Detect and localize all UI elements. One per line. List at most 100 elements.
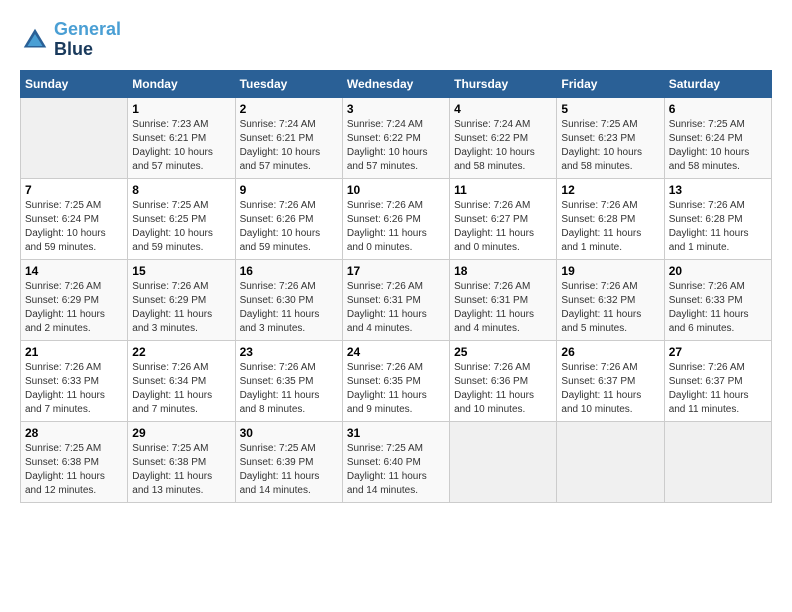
day-info: Sunrise: 7:26 AM Sunset: 6:33 PM Dayligh… xyxy=(25,361,123,417)
day-number: 9 xyxy=(240,183,338,197)
logo: General Blue xyxy=(20,20,121,60)
day-number: 20 xyxy=(669,264,767,278)
weekday-header-friday: Friday xyxy=(557,70,664,97)
day-cell: 9 Sunrise: 7:26 AM Sunset: 6:26 PM Daylig… xyxy=(235,178,342,259)
day-cell: 12Sunrise: 7:26 AM Sunset: 6:28 PM Dayli… xyxy=(557,178,664,259)
day-info: Sunrise: 7:26 AM Sunset: 6:28 PM Dayligh… xyxy=(669,199,767,255)
weekday-header-saturday: Saturday xyxy=(664,70,771,97)
day-number: 24 xyxy=(347,345,445,359)
day-number: 27 xyxy=(669,345,767,359)
day-cell: 28 Sunrise: 7:25 AM Sunset: 6:38 PM Dayli… xyxy=(21,421,128,502)
day-info: Sunrise: 7:26 AM Sunset: 6:33 PM Dayligh… xyxy=(669,280,767,336)
day-number: 2 xyxy=(240,102,338,116)
day-cell: 19Sunrise: 7:26 AM Sunset: 6:32 PM Dayli… xyxy=(557,259,664,340)
day-number: 1 xyxy=(132,102,230,116)
day-info: Sunrise: 7:25 AM Sunset: 6:38 PM Dayligh… xyxy=(132,442,230,498)
day-cell: 18 Sunrise: 7:26 AM Sunset: 6:31 PM Dayli… xyxy=(450,259,557,340)
weekday-header-thursday: Thursday xyxy=(450,70,557,97)
week-row-3: 14 Sunrise: 7:26 AM Sunset: 6:29 PM Dayli… xyxy=(21,259,772,340)
weekday-header-sunday: Sunday xyxy=(21,70,128,97)
day-cell: 24 Sunrise: 7:26 AM Sunset: 6:35 PM Dayli… xyxy=(342,340,449,421)
calendar-table: SundayMondayTuesdayWednesdayThursdayFrid… xyxy=(20,70,772,503)
day-info: Sunrise: 7:25 AM Sunset: 6:39 PM Dayligh… xyxy=(240,442,338,498)
day-info: Sunrise: 7:26 AM Sunset: 6:35 PM Dayligh… xyxy=(240,361,338,417)
page-header: General Blue xyxy=(20,20,772,60)
day-info: Sunrise: 7:26 AM Sunset: 6:34 PM Dayligh… xyxy=(132,361,230,417)
day-info: Sunrise: 7:26 AM Sunset: 6:26 PM Dayligh… xyxy=(347,199,445,255)
day-cell: 22 Sunrise: 7:26 AM Sunset: 6:34 PM Dayli… xyxy=(128,340,235,421)
day-cell: 13 Sunrise: 7:26 AM Sunset: 6:28 PM Dayli… xyxy=(664,178,771,259)
day-info: Sunrise: 7:25 AM Sunset: 6:24 PM Dayligh… xyxy=(669,118,767,174)
day-cell: 31 Sunrise: 7:25 AM Sunset: 6:40 PM Dayli… xyxy=(342,421,449,502)
day-cell: 5Sunrise: 7:25 AM Sunset: 6:23 PM Daylig… xyxy=(557,97,664,178)
day-cell: 4 Sunrise: 7:24 AM Sunset: 6:22 PM Daylig… xyxy=(450,97,557,178)
day-number: 13 xyxy=(669,183,767,197)
day-number: 22 xyxy=(132,345,230,359)
day-cell: 7 Sunrise: 7:25 AM Sunset: 6:24 PM Daylig… xyxy=(21,178,128,259)
day-info: Sunrise: 7:26 AM Sunset: 6:26 PM Dayligh… xyxy=(240,199,338,255)
day-cell: 8Sunrise: 7:25 AM Sunset: 6:25 PM Daylig… xyxy=(128,178,235,259)
day-number: 3 xyxy=(347,102,445,116)
day-info: Sunrise: 7:26 AM Sunset: 6:37 PM Dayligh… xyxy=(669,361,767,417)
day-info: Sunrise: 7:26 AM Sunset: 6:31 PM Dayligh… xyxy=(454,280,552,336)
day-number: 4 xyxy=(454,102,552,116)
day-number: 25 xyxy=(454,345,552,359)
day-cell: 30 Sunrise: 7:25 AM Sunset: 6:39 PM Dayli… xyxy=(235,421,342,502)
day-info: Sunrise: 7:24 AM Sunset: 6:22 PM Dayligh… xyxy=(454,118,552,174)
day-cell: 25 Sunrise: 7:26 AM Sunset: 6:36 PM Dayli… xyxy=(450,340,557,421)
day-info: Sunrise: 7:24 AM Sunset: 6:22 PM Dayligh… xyxy=(347,118,445,174)
day-number: 31 xyxy=(347,426,445,440)
day-info: Sunrise: 7:25 AM Sunset: 6:38 PM Dayligh… xyxy=(25,442,123,498)
day-number: 18 xyxy=(454,264,552,278)
day-number: 29 xyxy=(132,426,230,440)
day-number: 19 xyxy=(561,264,659,278)
day-info: Sunrise: 7:26 AM Sunset: 6:37 PM Dayligh… xyxy=(561,361,659,417)
day-cell: 11Sunrise: 7:26 AM Sunset: 6:27 PM Dayli… xyxy=(450,178,557,259)
day-number: 30 xyxy=(240,426,338,440)
day-cell: 2 Sunrise: 7:24 AM Sunset: 6:21 PM Daylig… xyxy=(235,97,342,178)
day-cell xyxy=(450,421,557,502)
week-row-2: 7 Sunrise: 7:25 AM Sunset: 6:24 PM Daylig… xyxy=(21,178,772,259)
weekday-header-monday: Monday xyxy=(128,70,235,97)
day-number: 23 xyxy=(240,345,338,359)
day-number: 26 xyxy=(561,345,659,359)
day-number: 7 xyxy=(25,183,123,197)
day-info: Sunrise: 7:26 AM Sunset: 6:29 PM Dayligh… xyxy=(132,280,230,336)
logo-icon xyxy=(20,25,50,55)
day-number: 12 xyxy=(561,183,659,197)
day-info: Sunrise: 7:26 AM Sunset: 6:36 PM Dayligh… xyxy=(454,361,552,417)
day-cell: 29 Sunrise: 7:25 AM Sunset: 6:38 PM Dayli… xyxy=(128,421,235,502)
day-info: Sunrise: 7:25 AM Sunset: 6:24 PM Dayligh… xyxy=(25,199,123,255)
day-cell xyxy=(557,421,664,502)
day-cell: 20 Sunrise: 7:26 AM Sunset: 6:33 PM Dayli… xyxy=(664,259,771,340)
day-cell xyxy=(664,421,771,502)
day-number: 11 xyxy=(454,183,552,197)
day-info: Sunrise: 7:25 AM Sunset: 6:23 PM Dayligh… xyxy=(561,118,659,174)
day-cell: 1 Sunrise: 7:23 AM Sunset: 6:21 PM Daylig… xyxy=(128,97,235,178)
day-info: Sunrise: 7:25 AM Sunset: 6:40 PM Dayligh… xyxy=(347,442,445,498)
week-row-4: 21 Sunrise: 7:26 AM Sunset: 6:33 PM Dayli… xyxy=(21,340,772,421)
day-cell: 26 Sunrise: 7:26 AM Sunset: 6:37 PM Dayli… xyxy=(557,340,664,421)
weekday-header-tuesday: Tuesday xyxy=(235,70,342,97)
day-cell: 23 Sunrise: 7:26 AM Sunset: 6:35 PM Dayli… xyxy=(235,340,342,421)
day-cell xyxy=(21,97,128,178)
day-info: Sunrise: 7:26 AM Sunset: 6:30 PM Dayligh… xyxy=(240,280,338,336)
day-cell: 10Sunrise: 7:26 AM Sunset: 6:26 PM Dayli… xyxy=(342,178,449,259)
day-number: 21 xyxy=(25,345,123,359)
day-number: 16 xyxy=(240,264,338,278)
day-info: Sunrise: 7:26 AM Sunset: 6:35 PM Dayligh… xyxy=(347,361,445,417)
logo-text: General Blue xyxy=(54,20,121,60)
day-cell: 27 Sunrise: 7:26 AM Sunset: 6:37 PM Dayli… xyxy=(664,340,771,421)
day-info: Sunrise: 7:26 AM Sunset: 6:31 PM Dayligh… xyxy=(347,280,445,336)
day-info: Sunrise: 7:24 AM Sunset: 6:21 PM Dayligh… xyxy=(240,118,338,174)
week-row-5: 28 Sunrise: 7:25 AM Sunset: 6:38 PM Dayli… xyxy=(21,421,772,502)
weekday-header-wednesday: Wednesday xyxy=(342,70,449,97)
day-cell: 21 Sunrise: 7:26 AM Sunset: 6:33 PM Dayli… xyxy=(21,340,128,421)
day-info: Sunrise: 7:23 AM Sunset: 6:21 PM Dayligh… xyxy=(132,118,230,174)
day-number: 14 xyxy=(25,264,123,278)
day-number: 15 xyxy=(132,264,230,278)
week-row-1: 1 Sunrise: 7:23 AM Sunset: 6:21 PM Daylig… xyxy=(21,97,772,178)
day-cell: 16 Sunrise: 7:26 AM Sunset: 6:30 PM Dayli… xyxy=(235,259,342,340)
day-cell: 14Sunrise: 7:26 AM Sunset: 6:29 PM Dayli… xyxy=(21,259,128,340)
day-number: 28 xyxy=(25,426,123,440)
